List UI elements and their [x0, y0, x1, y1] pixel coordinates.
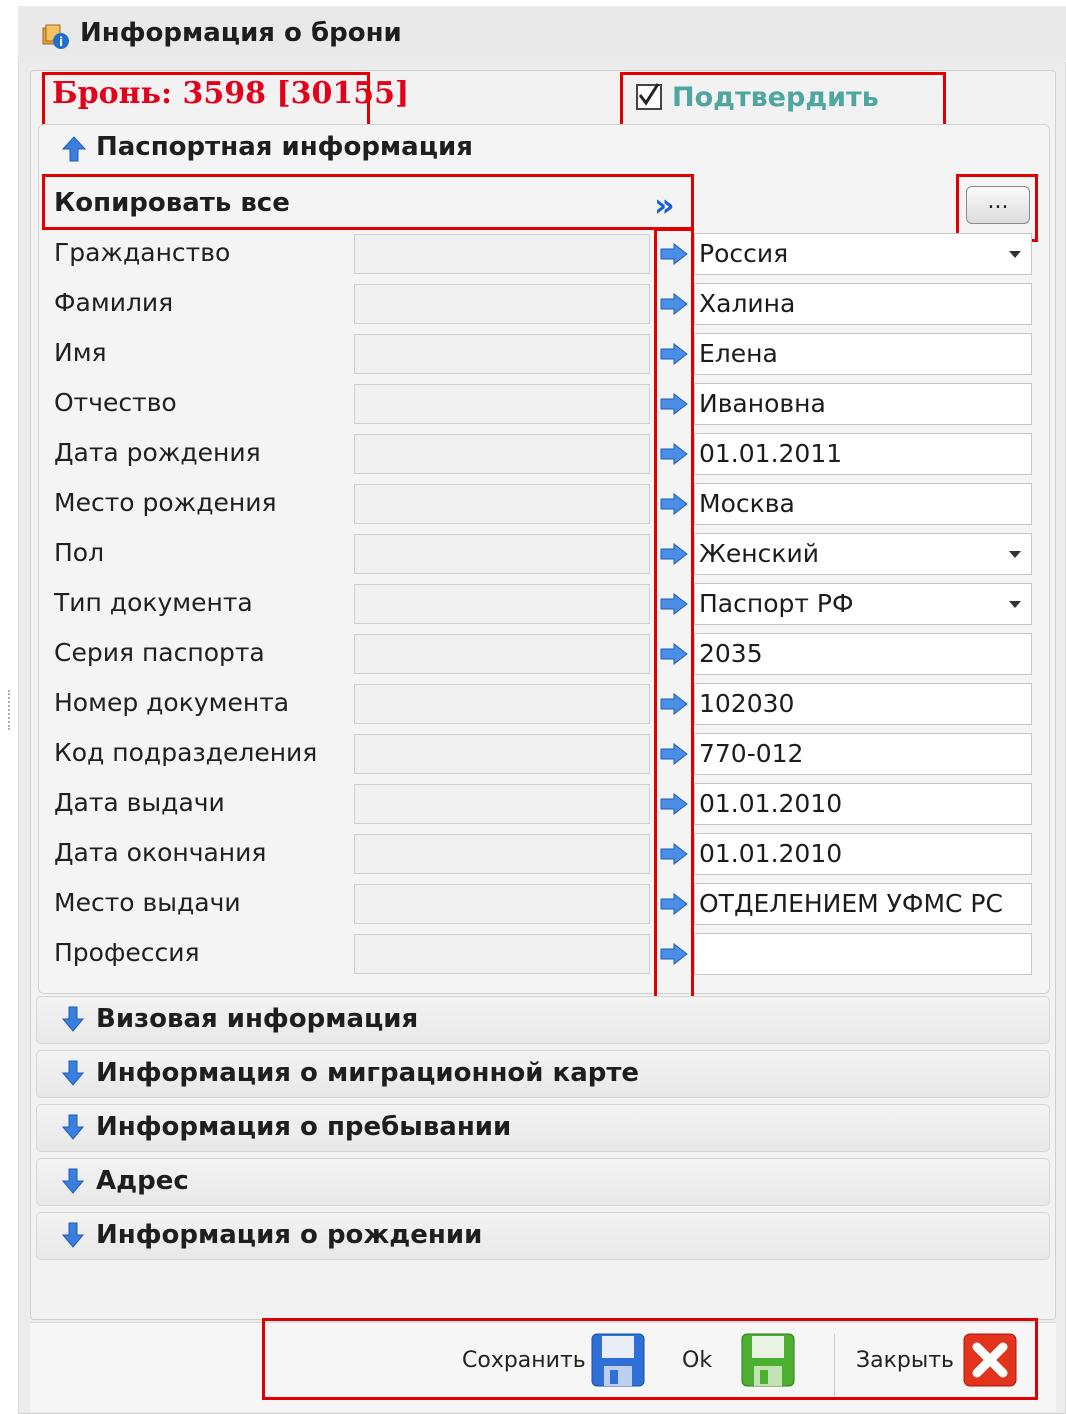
section-title[interactable]: Адрес [96, 1166, 189, 1196]
collapse-up-arrow-icon[interactable] [62, 136, 86, 162]
resize-grip[interactable] [8, 690, 12, 730]
value-text: Елена [699, 339, 778, 368]
expand-down-arrow-icon[interactable] [62, 1060, 84, 1086]
field-label: Место выдачи [54, 888, 241, 917]
field-label: Код подразделения [54, 738, 318, 767]
value-text: 01.01.2010 [699, 839, 843, 868]
value-input[interactable] [694, 933, 1032, 975]
highlight-booking [42, 72, 370, 130]
value-dropdown[interactable]: Женский [694, 533, 1032, 575]
highlight-footer-buttons [262, 1318, 1038, 1400]
value-text: 102030 [699, 689, 795, 718]
highlight-confirm [620, 72, 946, 130]
source-value-field [354, 834, 650, 874]
value-text: 770-012 [699, 739, 804, 768]
value-dropdown[interactable]: Паспорт РФ [694, 583, 1032, 625]
value-text: Паспорт РФ [699, 589, 854, 618]
value-input[interactable]: Москва [694, 483, 1032, 525]
value-input[interactable]: 102030 [694, 683, 1032, 725]
source-value-field [354, 684, 650, 724]
highlight-copy-arrows [654, 228, 694, 1016]
booking-info-icon: i [42, 24, 69, 49]
value-text: 2035 [699, 639, 763, 668]
section-title[interactable]: Информация о рождении [96, 1220, 482, 1250]
source-value-field [354, 934, 650, 974]
value-text: Ивановна [699, 389, 826, 418]
expand-down-arrow-icon[interactable] [62, 1222, 84, 1248]
section-title[interactable]: Визовая информация [96, 1004, 418, 1034]
expand-down-arrow-icon[interactable] [62, 1006, 84, 1032]
value-dropdown[interactable]: Россия [694, 233, 1032, 275]
field-label: Фамилия [54, 288, 174, 317]
field-label: Гражданство [54, 238, 231, 267]
source-value-field [354, 334, 650, 374]
section-title[interactable]: Информация о пребывании [96, 1112, 511, 1142]
field-label: Дата выдачи [54, 788, 225, 817]
value-input[interactable]: Ивановна [694, 383, 1032, 425]
source-value-field [354, 234, 650, 274]
value-text: 01.01.2010 [699, 789, 843, 818]
source-value-field [354, 434, 650, 474]
source-value-field [354, 884, 650, 924]
value-text: Москва [699, 489, 795, 518]
value-text: Халина [699, 289, 796, 318]
source-value-field [354, 484, 650, 524]
value-input[interactable]: Халина [694, 283, 1032, 325]
source-value-field [354, 634, 650, 674]
field-label: Дата окончания [54, 838, 267, 867]
field-label: Отчество [54, 388, 177, 417]
field-label: Место рождения [54, 488, 277, 517]
field-label: Дата рождения [54, 438, 261, 467]
field-label: Тип документа [54, 588, 253, 617]
source-value-field [354, 784, 650, 824]
field-label: Серия паспорта [54, 638, 265, 667]
value-input[interactable]: 770-012 [694, 733, 1032, 775]
section-title[interactable]: Информация о миграционной карте [96, 1058, 639, 1088]
dropdown-arrow-icon[interactable] [1009, 601, 1021, 608]
svg-text:i: i [59, 35, 63, 49]
passport-section-title[interactable]: Паспортная информация [96, 132, 473, 162]
value-text: Женский [699, 539, 819, 568]
source-value-field [354, 284, 650, 324]
value-input[interactable]: 01.01.2010 [694, 783, 1032, 825]
highlight-browse [956, 174, 1038, 242]
dropdown-arrow-icon[interactable] [1009, 551, 1021, 558]
expand-down-arrow-icon[interactable] [62, 1168, 84, 1194]
value-input[interactable]: 2035 [694, 633, 1032, 675]
source-value-field [354, 384, 650, 424]
field-label: Номер документа [54, 688, 290, 717]
value-input[interactable]: Елена [694, 333, 1032, 375]
highlight-copy-all [42, 174, 694, 230]
field-label: Профессия [54, 938, 200, 967]
field-label: Имя [54, 338, 107, 367]
dropdown-arrow-icon[interactable] [1009, 251, 1021, 258]
source-value-field [354, 534, 650, 574]
value-input[interactable]: ОТДЕЛЕНИЕМ УФМС РС [694, 883, 1032, 925]
value-input[interactable]: 01.01.2010 [694, 833, 1032, 875]
expand-down-arrow-icon[interactable] [62, 1114, 84, 1140]
value-text: Россия [699, 239, 789, 268]
field-label: Пол [54, 538, 105, 567]
source-value-field [354, 734, 650, 774]
source-value-field [354, 584, 650, 624]
value-input[interactable]: 01.01.2011 [694, 433, 1032, 475]
window-title: Информация о брони [80, 18, 402, 48]
value-text: ОТДЕЛЕНИЕМ УФМС РС [699, 889, 1003, 918]
value-text: 01.01.2011 [699, 439, 843, 468]
